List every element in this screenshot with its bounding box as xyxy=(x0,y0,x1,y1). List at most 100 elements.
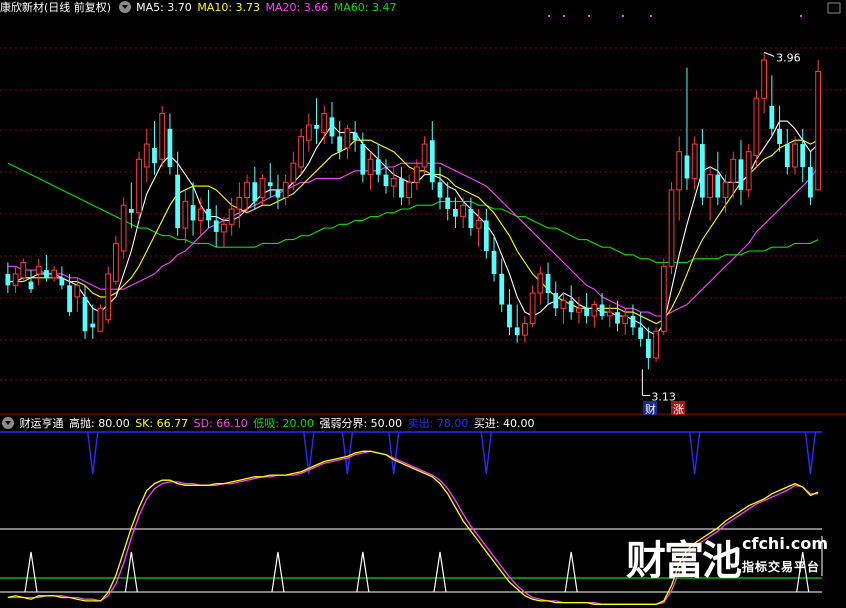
candle-body-down xyxy=(5,273,11,286)
sell-signal-dip xyxy=(87,431,99,475)
sell-signal-dip xyxy=(804,431,817,475)
candle-body-up xyxy=(20,261,27,279)
ma60-value: MA60: 3.47 xyxy=(333,1,397,14)
candle-body-up xyxy=(321,113,328,134)
candle-body-up xyxy=(197,208,204,221)
ma20-line xyxy=(7,162,819,317)
candle-body-down xyxy=(553,293,559,309)
candle-body-down xyxy=(638,327,644,339)
candle-body-up xyxy=(35,265,42,275)
candle-body-up xyxy=(120,204,127,252)
candle-body-up xyxy=(182,200,189,229)
divider-value: 强弱分界: 50.00 xyxy=(319,417,403,430)
watermark-site: cfchi.com xyxy=(742,534,829,553)
watermark-brand: 财富池 xyxy=(626,538,742,584)
candle-body-up xyxy=(460,204,467,218)
candle-body-up xyxy=(74,284,81,298)
candle-body-down xyxy=(738,159,744,190)
low-buy-value: 低吸: 20.00 xyxy=(253,417,314,430)
candle-body-down xyxy=(445,197,451,209)
candle-body-up xyxy=(753,97,760,157)
cai-badge: 财 xyxy=(645,402,656,416)
candle-body-up xyxy=(707,174,713,199)
candle-body-down xyxy=(213,220,219,232)
candle-body-down xyxy=(337,136,343,152)
candle-body-down xyxy=(784,144,790,167)
candle-body-up xyxy=(606,311,613,317)
candle-body-up xyxy=(136,158,142,214)
candle-body-up xyxy=(259,177,266,199)
candle-body-down xyxy=(437,182,443,198)
buy-signal-spike xyxy=(433,551,447,593)
candle-body-up xyxy=(761,59,768,99)
candle-body-down xyxy=(383,174,389,187)
candle-body-up xyxy=(421,143,428,168)
candle-body-up xyxy=(676,151,683,191)
candle-body-down xyxy=(645,338,651,358)
candle-body-down xyxy=(67,285,72,313)
candle-body-up xyxy=(305,124,312,141)
candle-body-up xyxy=(51,269,58,279)
candle-body-up xyxy=(367,158,374,176)
candle-body-up xyxy=(660,265,667,332)
candle-body-down xyxy=(499,273,505,305)
candle-body-down xyxy=(777,128,782,145)
buy-in-value: 买进: 40.00 xyxy=(473,417,535,430)
stock-title: 康欣新材(日线 前复权) xyxy=(0,1,112,14)
chart-canvas: 3.96 3.13 财 涨 xyxy=(0,2,846,605)
candle-body-down xyxy=(599,304,605,316)
candle-body-down xyxy=(167,128,173,167)
candle-body-up xyxy=(792,143,798,168)
high-sell-value: 高抛: 80.00 xyxy=(69,417,130,430)
candle-body-up xyxy=(113,242,119,283)
candlestick-series xyxy=(5,52,822,370)
candle-body-down xyxy=(630,315,636,328)
buy-signal-spike xyxy=(564,551,578,593)
sell-signal-dip xyxy=(341,431,354,475)
candle-body-up xyxy=(522,323,528,336)
candle-body-down xyxy=(514,327,520,336)
candle-body-up xyxy=(344,128,351,149)
grid-lines xyxy=(0,2,846,415)
zhang-badge: 涨 xyxy=(673,403,684,416)
candle-body-down xyxy=(615,312,620,324)
candle-body-down xyxy=(275,189,281,198)
candle-body-down xyxy=(429,140,435,183)
candle-body-up xyxy=(722,181,729,199)
sd-value: SD: 66.10 xyxy=(193,417,248,430)
buy-signal-spike xyxy=(24,551,38,593)
watermark-slogan: 指标交易平台 xyxy=(742,560,821,574)
candle-body-up xyxy=(228,208,235,225)
candle-body-up xyxy=(730,158,737,183)
max-pointer xyxy=(763,51,775,57)
dropdown-icon[interactable] xyxy=(118,1,131,13)
candle-body-down xyxy=(800,144,806,167)
candle-body-down xyxy=(128,209,134,213)
candle-body-down xyxy=(360,144,366,175)
candle-body-down xyxy=(329,117,335,137)
candle-body-down xyxy=(399,178,404,198)
candle-body-up xyxy=(12,273,19,286)
candle-body-up xyxy=(537,273,544,294)
candle-body-down xyxy=(152,147,157,164)
candle-body-up xyxy=(244,181,250,199)
candle-body-up xyxy=(815,70,822,191)
candle-body-up xyxy=(745,151,752,191)
candle-body-up xyxy=(221,223,227,233)
candle-body-down xyxy=(684,155,690,179)
candle-body-up xyxy=(105,273,112,321)
candle-body-down xyxy=(252,182,258,202)
candle-body-down xyxy=(28,281,34,290)
sell-signal-dip xyxy=(480,431,493,475)
sell-out-value: 卖出: 78.00 xyxy=(407,417,469,430)
candle-body-up xyxy=(290,162,297,183)
candle-body-up xyxy=(413,166,420,183)
candle-body-down xyxy=(769,105,775,129)
ma20-value: MA20: 3.66 xyxy=(265,1,329,14)
candle-body-down xyxy=(568,300,574,313)
candle-body-up xyxy=(390,177,397,187)
candle-body-down xyxy=(352,132,358,141)
indicator-dropdown-icon[interactable] xyxy=(2,417,14,429)
sk-value: SK: 66.77 xyxy=(135,417,189,430)
candle-body-up xyxy=(236,197,243,210)
